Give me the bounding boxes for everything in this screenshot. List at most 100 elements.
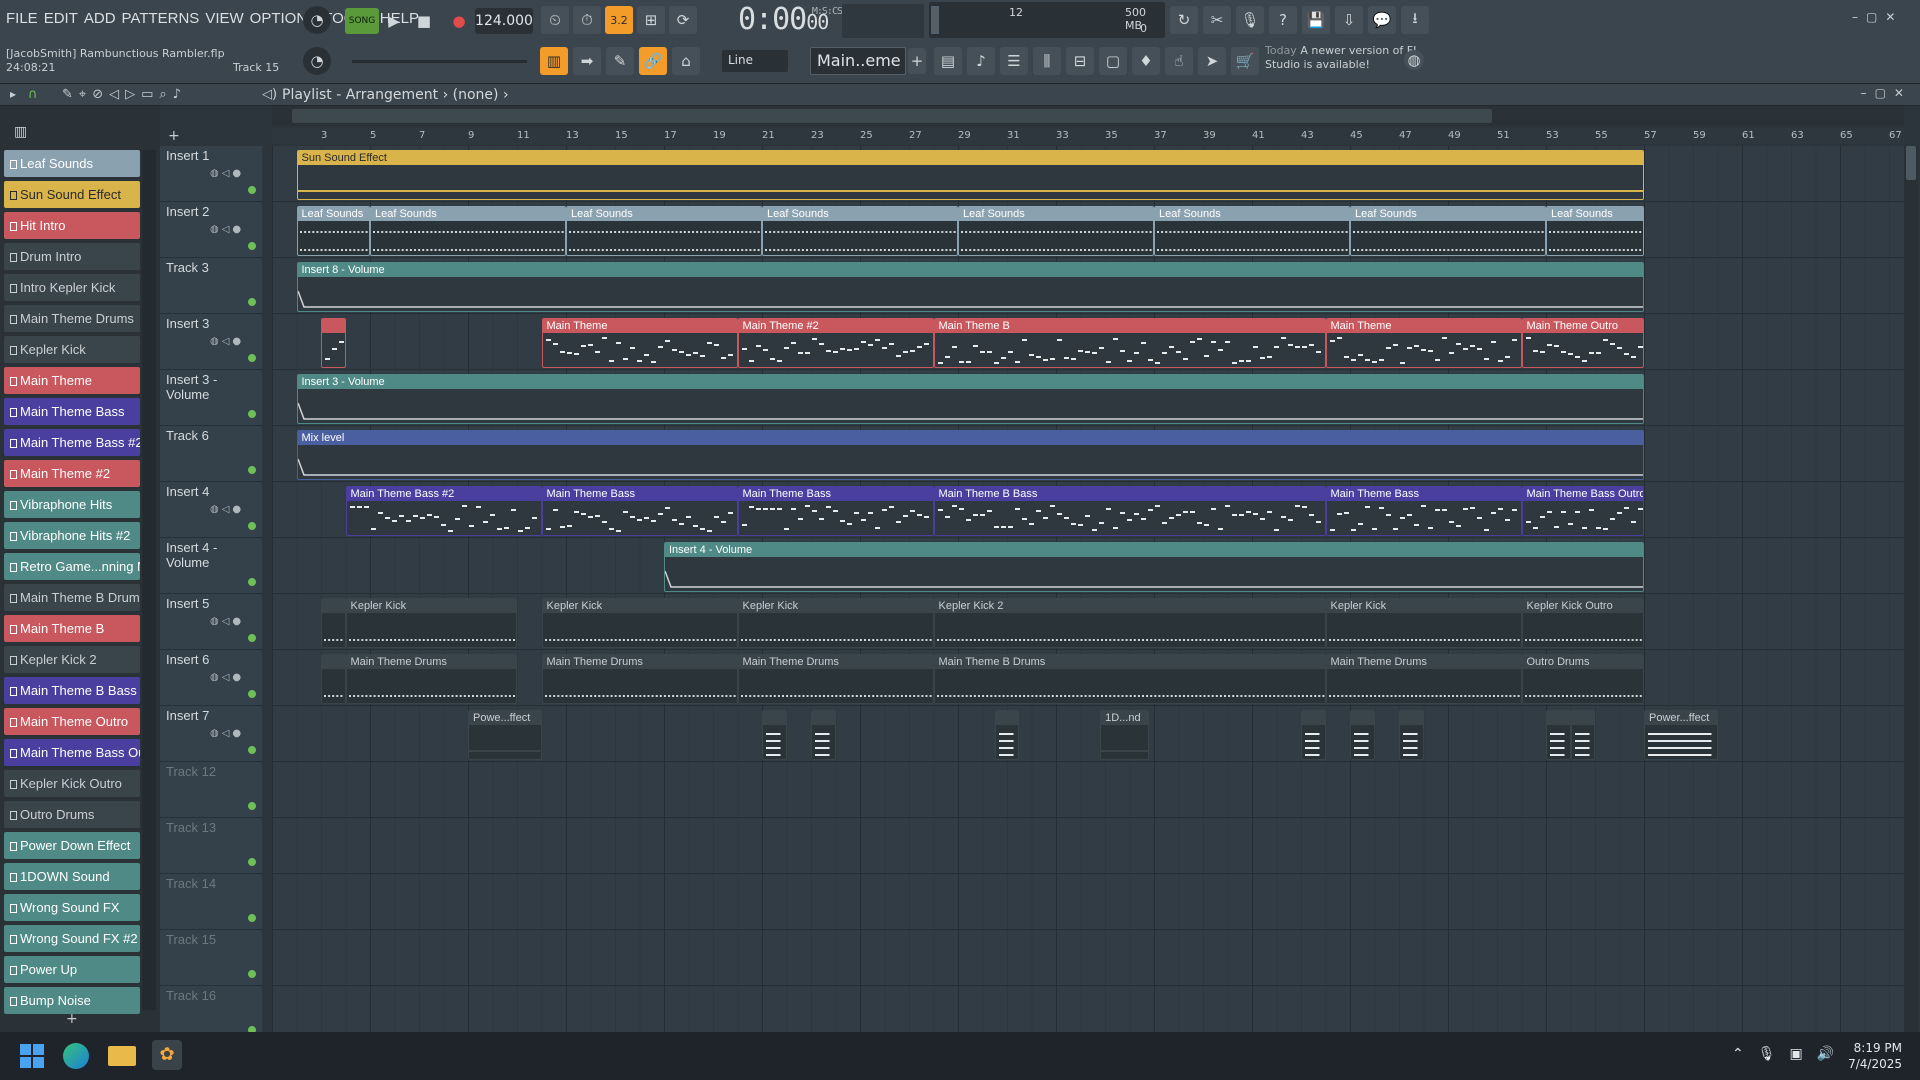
playlist-clip[interactable]: Insert 8 - Volume xyxy=(296,262,1644,312)
playlist-clip[interactable]: Leaf Sounds xyxy=(958,206,1154,256)
track-header[interactable]: Track 14 xyxy=(160,874,262,930)
playlist-overview[interactable] xyxy=(272,106,1904,126)
track-mute-led[interactable] xyxy=(248,802,256,810)
track-mute-led[interactable] xyxy=(248,634,256,642)
track-mute-led[interactable] xyxy=(248,690,256,698)
playlist-clip[interactable]: Main Theme xyxy=(1325,318,1522,368)
file-explorer-icon[interactable] xyxy=(108,1046,136,1066)
track-lane[interactable] xyxy=(272,762,1904,818)
playlist-clip[interactable]: Main Theme Drums xyxy=(345,654,517,704)
playlist-clip[interactable]: Leaf Sounds xyxy=(370,206,566,256)
playlist-clip[interactable]: Main Theme Drums xyxy=(1325,654,1522,704)
track-mute-led[interactable] xyxy=(248,858,256,866)
playlist-clip[interactable]: Leaf Sounds xyxy=(566,206,762,256)
time-unit-label[interactable]: M:S:CS xyxy=(812,6,843,17)
menu-file[interactable]: FILE xyxy=(6,10,38,27)
pattern-item[interactable]: Leaf Sounds xyxy=(4,150,140,177)
countdown-icon[interactable]: 3.2 xyxy=(605,6,633,34)
pattern-item[interactable]: Main Theme Bass xyxy=(4,398,140,425)
playlist-clip[interactable]: Leaf Sounds xyxy=(1546,206,1644,256)
track-mute-led[interactable] xyxy=(248,354,256,362)
track-header[interactable]: Track 13 xyxy=(160,818,262,874)
pattern-item[interactable]: Drum Intro xyxy=(4,243,140,270)
arrow-icon[interactable]: ➡ xyxy=(573,47,601,75)
playlist-clip[interactable]: Mix level xyxy=(296,430,1644,480)
edge-icon[interactable] xyxy=(63,1043,89,1069)
track-lane[interactable] xyxy=(272,930,1904,986)
playlist-clip[interactable] xyxy=(321,318,346,368)
menu-view[interactable]: VIEW xyxy=(205,10,243,27)
pattern-item[interactable]: Power Down Effect xyxy=(4,832,140,859)
vertical-scroll-thumb[interactable] xyxy=(1906,146,1916,180)
track-mixer-controls[interactable]: ◍◁● xyxy=(210,504,244,515)
menu-patterns[interactable]: PATTERNS xyxy=(122,10,200,27)
pattern-item[interactable]: Vibraphone Hits xyxy=(4,491,140,518)
tool-icons[interactable]: ✎⌖⊘◁▷▭⌕♪ xyxy=(62,87,187,102)
playlist-clip[interactable]: Powe...ffect xyxy=(468,710,542,760)
timeline-ruler[interactable]: 3 5 7 9 11 13 15 17 19 21 23 25 27 29 31 33 35 37 39 41 43 45… xyxy=(272,128,1904,144)
arrangement-arrow-icon[interactable]: › xyxy=(503,87,509,103)
play-icon[interactable]: ▶ xyxy=(380,7,408,35)
pattern-item[interactable]: Main Theme Bass #2 xyxy=(4,429,140,456)
track-mute-led[interactable] xyxy=(248,242,256,250)
track-mute-led[interactable] xyxy=(248,186,256,194)
overview-scroll-thumb[interactable] xyxy=(292,109,1492,123)
pattern-item[interactable]: Vibraphone Hits #2 xyxy=(4,522,140,549)
playlist-clip[interactable] xyxy=(1350,710,1375,760)
track-header[interactable]: Insert 4 ◍◁● xyxy=(160,482,262,538)
browser-icon[interactable]: ⊟ xyxy=(1066,47,1094,75)
pattern-item[interactable]: Power Up xyxy=(4,956,140,983)
master-slider[interactable] xyxy=(352,60,527,63)
playlist-clip[interactable]: Main Theme Drums xyxy=(541,654,738,704)
playlist-clip[interactable] xyxy=(762,710,787,760)
track-mixer-controls[interactable]: ◍◁● xyxy=(210,728,244,739)
add-track-icon[interactable]: + xyxy=(168,128,180,144)
playlist-clip[interactable]: Main Theme Bass xyxy=(541,486,738,536)
playlist-clip[interactable]: Main Theme Bass #2 xyxy=(345,486,542,536)
track-lane[interactable] xyxy=(272,874,1904,930)
track-mute-led[interactable] xyxy=(248,970,256,978)
pattern-item[interactable]: Main Theme B Drums xyxy=(4,584,140,611)
playlist-clip[interactable]: Leaf Sounds xyxy=(1350,206,1546,256)
track-header[interactable]: Insert 7 ◍◁● xyxy=(160,706,262,762)
playlist-clip[interactable]: Main Theme Bass Outro xyxy=(1521,486,1644,536)
track-lane[interactable] xyxy=(272,986,1904,1032)
pattern-item[interactable]: Kepler Kick Outro xyxy=(4,770,140,797)
cut-icon[interactable]: ✂ xyxy=(1203,6,1231,34)
playlist-clip[interactable]: Power...ffect xyxy=(1644,710,1718,760)
pattern-item[interactable]: Main Theme Outro xyxy=(4,708,140,735)
playlist-grid[interactable]: Sun Sound Effect Leaf Sounds Leaf Sounds Le… xyxy=(272,146,1904,1032)
channel-rack-icon[interactable]: ☰ xyxy=(1000,47,1028,75)
save-icon[interactable]: 💾 xyxy=(1302,6,1330,34)
playlist-clip[interactable]: Kepler Kick xyxy=(737,598,934,648)
playlist-clip[interactable] xyxy=(811,710,836,760)
track-mute-led[interactable] xyxy=(248,298,256,306)
track-header[interactable]: Insert 3 ◍◁● xyxy=(160,314,262,370)
render-icon[interactable]: ⇩ xyxy=(1335,6,1363,34)
undo-history-icon[interactable]: ↻ xyxy=(1170,6,1198,34)
playlist-window-controls[interactable]: –▢✕ xyxy=(1861,86,1912,100)
pattern-item[interactable]: Kepler Kick xyxy=(4,336,140,363)
window-controls[interactable]: –▢✕ xyxy=(1852,10,1903,24)
chat-icon[interactable]: 💬 xyxy=(1368,6,1396,34)
track-mixer-controls[interactable]: ◍◁● xyxy=(210,224,244,235)
track-mixer-controls[interactable]: ◍◁● xyxy=(210,672,244,683)
piano-roll-icon[interactable]: ▥ xyxy=(540,47,568,75)
snap-select[interactable]: Line xyxy=(722,50,788,72)
track-mixer-controls[interactable]: ◍◁● xyxy=(210,616,244,627)
pattern-item[interactable]: Sun Sound Effect xyxy=(4,181,140,208)
track-header[interactable]: Insert 6 ◍◁● xyxy=(160,650,262,706)
playlist-clip[interactable] xyxy=(1546,710,1571,760)
pattern-item[interactable]: Main Theme B xyxy=(4,615,140,642)
metronome-icon[interactable]: ⏲ xyxy=(541,6,569,34)
download-icon[interactable]: ⭳ xyxy=(1401,6,1429,34)
playlist-clip[interactable]: Leaf Sounds xyxy=(762,206,958,256)
link-icon[interactable]: 🔗 xyxy=(639,47,667,75)
track-mute-led[interactable] xyxy=(248,914,256,922)
track-mute-led[interactable] xyxy=(248,578,256,586)
track-header[interactable]: Insert 3 - Volume xyxy=(160,370,262,426)
playlist-clip[interactable] xyxy=(1301,710,1326,760)
record-icon[interactable]: ● xyxy=(445,7,473,35)
plugin-icon[interactable]: ♦ xyxy=(1132,47,1160,75)
track-header[interactable]: Insert 5 ◍◁● xyxy=(160,594,262,650)
